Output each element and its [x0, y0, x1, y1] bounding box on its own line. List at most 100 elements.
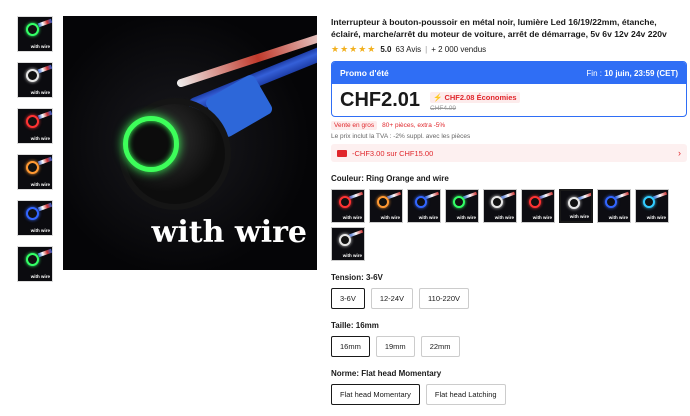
thumbnail-label: with wire	[30, 228, 50, 233]
led-ring-graphic	[123, 116, 179, 172]
chevron-right-icon: ›	[678, 148, 681, 158]
swatch-label: with wire	[342, 215, 362, 220]
color-swatch[interactable]: with wire	[483, 189, 517, 223]
swatch-label: with wire	[532, 215, 552, 220]
wire-graphic	[37, 202, 52, 212]
main-product-image[interactable]: with wire	[63, 16, 317, 270]
led-ring-icon	[453, 196, 465, 208]
swatch-label: with wire	[456, 215, 476, 220]
rating-row: ★★★★★ 5.0 63 Avis | + 2 000 vendus	[331, 44, 687, 55]
led-ring-icon	[491, 196, 503, 208]
current-price: CHF2.01	[340, 89, 421, 111]
coupon-banner[interactable]: -CHF3.00 sur CHF15.00 ›	[331, 144, 687, 162]
thumbnail-label: with wire	[30, 90, 50, 95]
size-option-button[interactable]: 19mm	[375, 336, 415, 357]
bulk-discount: Vente en gros 80+ pièces, extra -5%	[331, 121, 687, 130]
divider: |	[425, 45, 428, 54]
swatch-label: with wire	[608, 215, 628, 220]
deadline-prefix: Fin :	[586, 68, 602, 78]
thumbnail[interactable]: with wire	[17, 108, 53, 144]
savings-text: CHF2.08 Économies	[444, 93, 517, 102]
color-swatch[interactable]: with wire	[369, 189, 403, 223]
savings-badge: ⚡ CHF2.08 Économies	[430, 92, 520, 103]
bulk-tag: Vente en gros	[331, 121, 378, 130]
color-swatch[interactable]: with wire	[521, 189, 555, 223]
wire-graphic	[424, 191, 440, 200]
thumbnail-label: with wire	[30, 274, 50, 279]
norm-label: Norme: Flat head Momentary	[331, 369, 442, 378]
voltage-label: Tension: 3-6V	[331, 273, 383, 282]
led-ring-icon	[26, 23, 39, 36]
swatch-label: with wire	[342, 253, 362, 258]
thumbnail[interactable]: with wire	[17, 246, 53, 282]
wire-graphic	[37, 110, 52, 120]
voltage-option-button[interactable]: 3-6V	[331, 288, 365, 309]
color-swatch[interactable]: with wire	[597, 189, 631, 223]
wire-graphic	[577, 192, 591, 201]
sold-count: + 2 000 vendus	[431, 45, 487, 54]
color-swatch[interactable]: with wire	[407, 189, 441, 223]
wire-graphic	[462, 191, 478, 200]
reviews-link[interactable]: 63 Avis	[395, 45, 421, 54]
size-label: Taille: 16mm	[331, 321, 379, 330]
thumbnail-label: with wire	[30, 44, 50, 49]
norm-option-button[interactable]: Flat head Latching	[425, 384, 506, 405]
voltage-options: 3-6V 12-24V 110-220V	[331, 288, 687, 309]
original-price: CHF4.09	[430, 105, 457, 112]
led-ring-icon	[568, 197, 580, 209]
color-label: Couleur: Ring Orange and wire	[331, 174, 449, 183]
led-ring-icon	[339, 196, 351, 208]
size-option-button[interactable]: 16mm	[331, 336, 370, 357]
wire-graphic	[386, 191, 402, 200]
norm-options: Flat head Momentary Flat head Latching	[331, 384, 687, 405]
size-option-button[interactable]: 22mm	[420, 336, 460, 357]
wire-graphic	[348, 191, 364, 200]
thumbnail[interactable]: with wire	[17, 154, 53, 190]
led-ring-icon	[529, 196, 541, 208]
led-ring-icon	[26, 69, 39, 82]
led-ring-icon	[26, 207, 39, 220]
thumbnail-label: with wire	[30, 182, 50, 187]
deadline-date: 10 juin, 23:59 (CET)	[604, 68, 678, 78]
thumbnail[interactable]: with wire	[17, 16, 53, 52]
color-swatch[interactable]: with wire	[331, 227, 365, 261]
norm-option-button[interactable]: Flat head Momentary	[331, 384, 420, 405]
led-ring-icon	[339, 234, 351, 246]
thumbnail-label: with wire	[30, 136, 50, 141]
color-swatch[interactable]: with wire	[559, 189, 593, 223]
led-ring-icon	[26, 161, 39, 174]
savings-column: ⚡ CHF2.08 Économies CHF4.09	[430, 89, 520, 112]
coupon-icon	[337, 149, 347, 157]
voltage-option-button[interactable]: 12-24V	[370, 288, 414, 309]
promo-title: Promo d'été	[340, 68, 389, 78]
price-box: CHF2.01 ⚡ CHF2.08 Économies CHF4.09	[332, 84, 686, 116]
color-swatch[interactable]: with wire	[445, 189, 479, 223]
thumbnail[interactable]: with wire	[17, 200, 53, 236]
wire-graphic	[37, 248, 52, 258]
promo-header: Promo d'été Fin : 10 juin, 23:59 (CET)	[332, 62, 686, 84]
promo-box: Promo d'été Fin : 10 juin, 23:59 (CET) C…	[331, 61, 687, 117]
coupon-text: -CHF3.00 sur CHF15.00	[352, 148, 434, 158]
wire-graphic	[348, 229, 364, 238]
wire-graphic	[538, 191, 554, 200]
wire-graphic	[37, 18, 52, 28]
thumbnail[interactable]: with wire	[17, 62, 53, 98]
color-swatch[interactable]: with wire	[635, 189, 669, 223]
voltage-option-button[interactable]: 110-220V	[419, 288, 470, 309]
wire-graphic	[614, 191, 630, 200]
wire-graphic	[37, 64, 52, 74]
led-ring-icon	[415, 196, 427, 208]
swatch-label: with wire	[646, 215, 666, 220]
led-ring-icon	[26, 115, 39, 128]
swatch-label: with wire	[569, 214, 589, 219]
rating-value: 5.0	[380, 45, 392, 54]
led-ring-icon	[377, 196, 389, 208]
tva-note: Le prix inclut la TVA : -2% suppl. avec …	[331, 133, 471, 140]
led-ring-icon	[605, 196, 617, 208]
wire-graphic	[37, 156, 52, 166]
color-swatch[interactable]: with wire	[331, 189, 365, 223]
swatch-label: with wire	[380, 215, 400, 220]
thumbnail-list: with wire with wire with wire with wire with…	[17, 16, 53, 292]
wire-graphic	[652, 191, 668, 200]
bulk-text: 80+ pièces, extra -5%	[382, 122, 446, 129]
